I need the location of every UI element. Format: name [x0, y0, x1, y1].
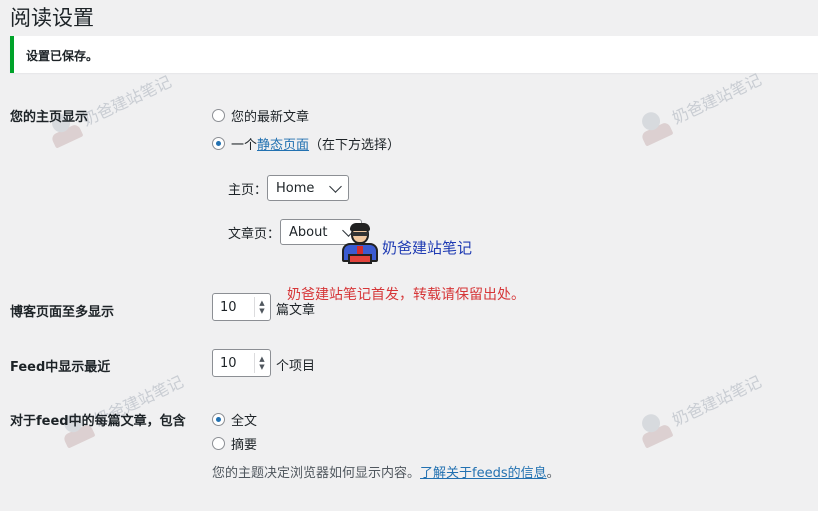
cartoon-avatar-icon	[340, 223, 380, 264]
feed-count-value: 10	[220, 355, 237, 371]
feed-content-label: 对于feed中的每篇文章，包含	[10, 414, 186, 429]
radio-static-page[interactable]: 一个静态页面（在下方选择）	[212, 134, 400, 153]
page-title: 阅读设置	[10, 6, 94, 30]
posts-page-label: 文章页：	[228, 227, 281, 242]
radio-button[interactable]	[212, 437, 225, 450]
notice-text: 设置已保存。	[26, 49, 99, 63]
watermark: 奶爸建站笔记	[634, 64, 766, 147]
watermark-logo-overlay: 奶爸建站笔记	[340, 223, 473, 264]
watermark-text: 奶爸建站笔记	[669, 371, 765, 430]
radio-button[interactable]	[212, 413, 225, 426]
feed-count-input[interactable]: 10 ▲ ▼	[212, 349, 271, 377]
chevron-down-icon	[329, 179, 342, 193]
radio-latest-posts[interactable]: 您的最新文章	[212, 106, 309, 125]
radio-label: 摘要	[231, 438, 258, 453]
spin-arrows-icon[interactable]: ▲ ▼	[254, 297, 269, 317]
watermark-text: 奶爸建站笔记	[669, 69, 765, 128]
radio-label: 全文	[231, 414, 258, 429]
homepage-value: Home	[276, 180, 315, 196]
homepage-label: 主页：	[228, 183, 268, 198]
homepage-select[interactable]: Home	[267, 175, 349, 201]
cartoon-avatar-icon	[634, 409, 674, 449]
posts-per-page-unit: 篇文章	[276, 303, 316, 318]
radio-full-text[interactable]: 全文	[212, 410, 257, 429]
static-suffix: （在下方选择）	[309, 138, 401, 153]
description-suffix: 。	[546, 466, 560, 481]
posts-per-page-label: 博客页面至多显示	[10, 305, 115, 320]
front-page-label: 您的主页显示	[10, 110, 89, 125]
watermark: 奶爸建站笔记	[634, 366, 766, 449]
radio-button[interactable]	[212, 109, 225, 122]
watermark-note: 奶爸建站笔记首发，转载请保留出处。	[287, 287, 525, 303]
feed-description: 您的主题决定浏览器如何显示内容。了解关于feeds的信息。	[212, 462, 560, 481]
learn-more-feeds-link[interactable]: 了解关于feeds的信息	[420, 466, 547, 481]
cartoon-avatar-icon	[634, 107, 674, 147]
description-text: 您的主题决定浏览器如何显示内容。	[212, 466, 421, 481]
radio-label: 您的最新文章	[231, 110, 310, 125]
watermark-text: 奶爸建站笔记	[79, 71, 175, 130]
radio-label: 一个静态页面（在下方选择）	[231, 134, 400, 153]
feed-count-label: Feed中显示最近	[10, 360, 111, 375]
static-prefix: 一个	[231, 138, 258, 153]
success-notice: 设置已保存。	[10, 36, 818, 73]
feed-count-unit: 个项目	[276, 359, 316, 374]
posts-per-page-value: 10	[220, 299, 237, 315]
posts-page-value: About	[289, 224, 328, 240]
radio-summary[interactable]: 摘要	[212, 434, 257, 453]
posts-per-page-input[interactable]: 10 ▲ ▼	[212, 293, 271, 321]
static-page-link[interactable]: 静态页面	[257, 138, 309, 153]
spin-arrows-icon[interactable]: ▲ ▼	[254, 353, 269, 373]
watermark: 奶爸建站笔记	[56, 366, 188, 449]
watermark-text: 奶爸建站笔记	[382, 239, 473, 257]
radio-button[interactable]	[212, 137, 225, 150]
